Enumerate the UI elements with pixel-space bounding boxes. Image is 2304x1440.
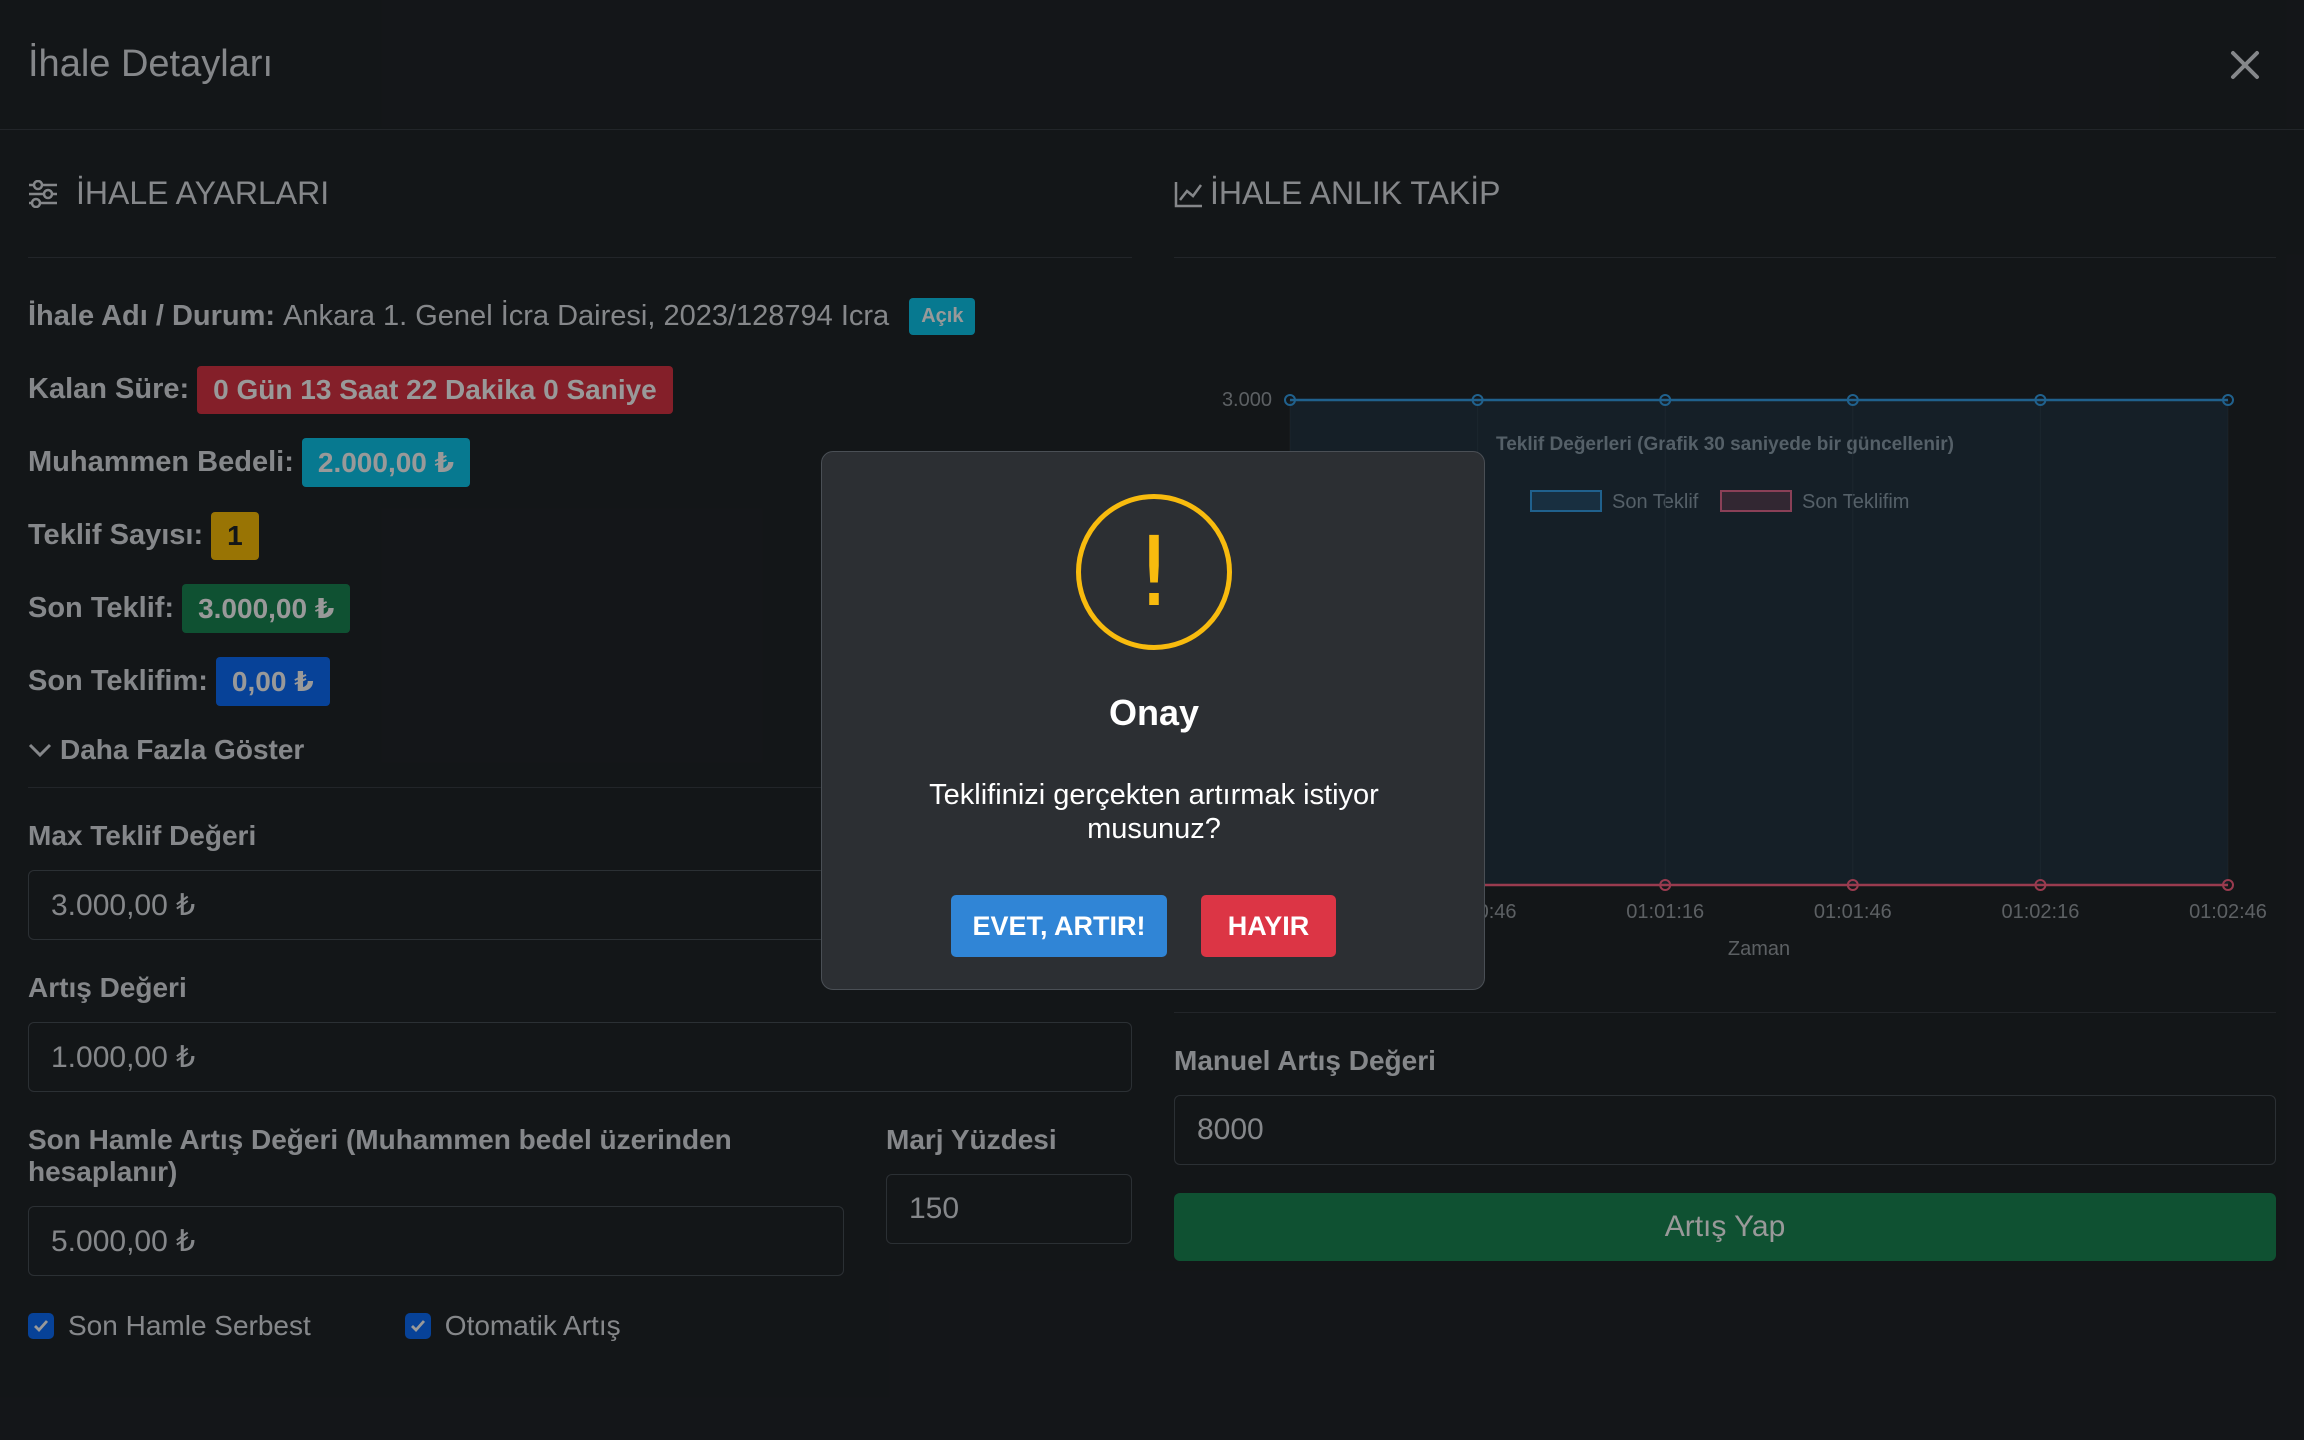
confirm-dialog: ! Onay Teklifinizi gerçekten artırmak is… [821, 451, 1485, 990]
warning-icon: ! [1076, 494, 1232, 650]
dialog-message: Teklifinizi gerçekten artırmak istiyor m… [929, 779, 1379, 845]
confirm-yes-button[interactable]: EVET, ARTIR! [951, 895, 1167, 957]
confirm-no-button[interactable]: HAYIR [1201, 895, 1336, 957]
dialog-title: Onay [1108, 692, 1200, 733]
